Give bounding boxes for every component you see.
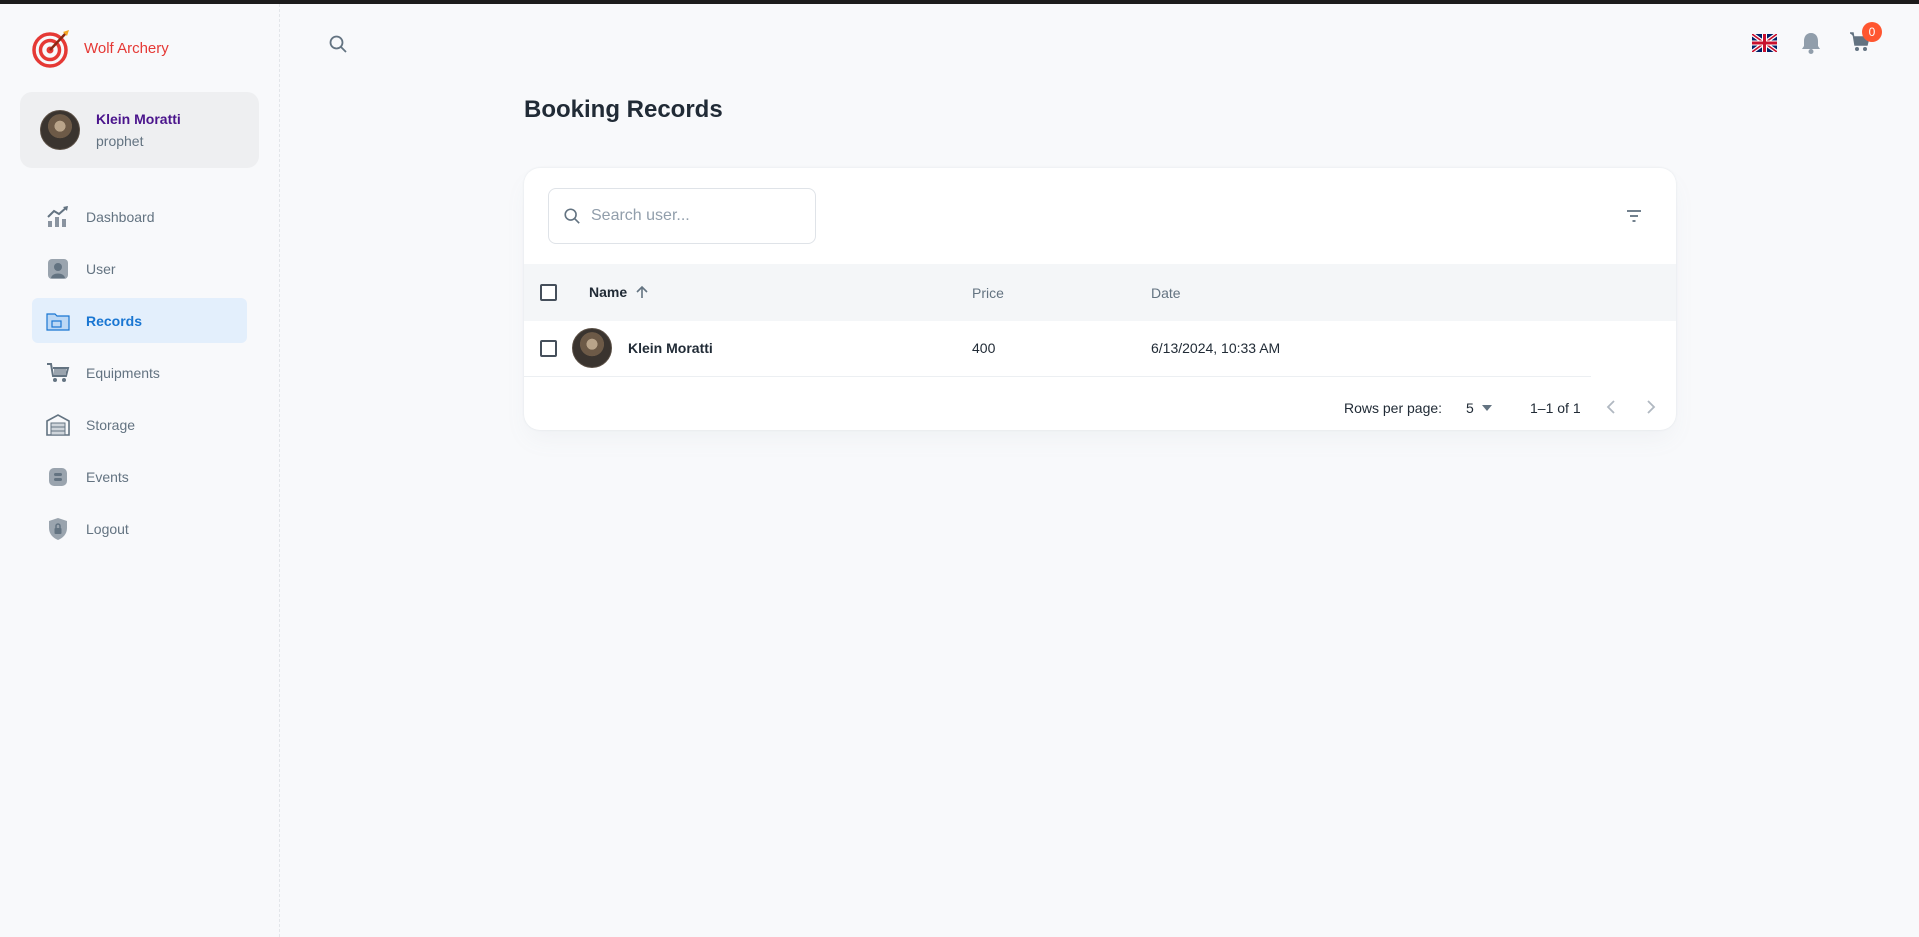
rows-per-page-select[interactable]: 5	[1466, 400, 1492, 416]
sidebar-item-label: Records	[86, 312, 143, 329]
row-date: 6/13/2024, 10:33 AM	[1151, 340, 1281, 356]
row-name: Klein Moratti	[628, 340, 713, 356]
search-input[interactable]	[591, 207, 791, 225]
sidebar-item-label: Events	[86, 468, 129, 485]
top-border	[0, 0, 1919, 4]
rows-per-page-label: Rows per page:	[1344, 400, 1443, 416]
sidebar-item-events[interactable]: Events	[32, 454, 247, 499]
account-card[interactable]: Klein Moratti prophet	[20, 92, 259, 168]
folder-icon	[46, 309, 70, 333]
filter-list-icon[interactable]	[1624, 206, 1644, 231]
sidebar-item-label: Storage	[86, 416, 136, 433]
archery-target-logo-icon	[32, 30, 69, 68]
avatar	[572, 328, 612, 368]
uk-flag-icon[interactable]	[1750, 32, 1779, 54]
warehouse-icon	[46, 413, 70, 437]
cart-count-badge: 0	[1862, 22, 1882, 42]
chevron-right-icon	[1647, 400, 1656, 414]
row-divider	[524, 376, 1591, 377]
rows-per-page-value: 5	[1466, 400, 1474, 416]
caret-down-icon	[1481, 405, 1492, 411]
sidebar-item-label: Dashboard	[86, 208, 155, 225]
column-header-name[interactable]: Name	[589, 284, 649, 300]
sidebar-item-user[interactable]: User	[32, 246, 247, 291]
sidebar: Wolf Archery Klein Moratti prophet Dashb…	[0, 4, 280, 937]
sidebar-item-label: Equipments	[86, 364, 160, 381]
notification-bell-icon[interactable]	[1800, 31, 1822, 60]
sidebar-item-dashboard[interactable]: Dashboard	[32, 194, 247, 239]
sidebar-item-logout[interactable]: Logout	[32, 506, 247, 551]
sidebar-nav: Dashboard User Records Equipments Storag…	[32, 194, 247, 558]
blog-icon	[46, 465, 70, 489]
page-title: Booking Records	[524, 96, 723, 123]
brand[interactable]: Wolf Archery	[32, 28, 169, 68]
cart-icon	[46, 361, 70, 385]
row-checkbox[interactable]	[540, 340, 557, 357]
lock-shield-icon	[46, 517, 70, 541]
column-header-price[interactable]: Price	[972, 285, 1004, 301]
next-page-button[interactable]	[1646, 399, 1656, 418]
chart-icon	[46, 205, 70, 229]
sidebar-item-records[interactable]: Records	[32, 298, 247, 343]
search-icon[interactable]	[328, 34, 348, 59]
column-header-date[interactable]: Date	[1151, 285, 1181, 301]
account-role: prophet	[96, 133, 144, 149]
records-card: Name Price Date Klein Moratti 400 6/13/2…	[524, 168, 1676, 430]
sidebar-item-storage[interactable]: Storage	[32, 402, 247, 447]
sidebar-item-equipments[interactable]: Equipments	[32, 350, 247, 395]
column-header-name-label: Name	[589, 284, 628, 300]
sidebar-item-label: User	[86, 260, 116, 277]
pagination-range: 1–1 of 1	[1530, 400, 1581, 416]
sidebar-item-label: Logout	[86, 520, 129, 537]
user-icon	[46, 257, 70, 281]
select-all-checkbox[interactable]	[540, 284, 557, 301]
search-icon	[564, 208, 580, 224]
table-row[interactable]: Klein Moratti 400 6/13/2024, 10:33 AM	[524, 321, 1676, 376]
chevron-left-icon	[1606, 400, 1615, 414]
account-name: Klein Moratti	[96, 111, 181, 127]
brand-name: Wolf Archery	[84, 39, 169, 57]
avatar	[40, 110, 80, 150]
arrow-up-icon	[636, 285, 648, 298]
row-price: 400	[972, 340, 996, 356]
previous-page-button[interactable]	[1606, 399, 1616, 418]
table-header: Name Price Date	[524, 264, 1676, 321]
search-field[interactable]	[548, 188, 816, 244]
